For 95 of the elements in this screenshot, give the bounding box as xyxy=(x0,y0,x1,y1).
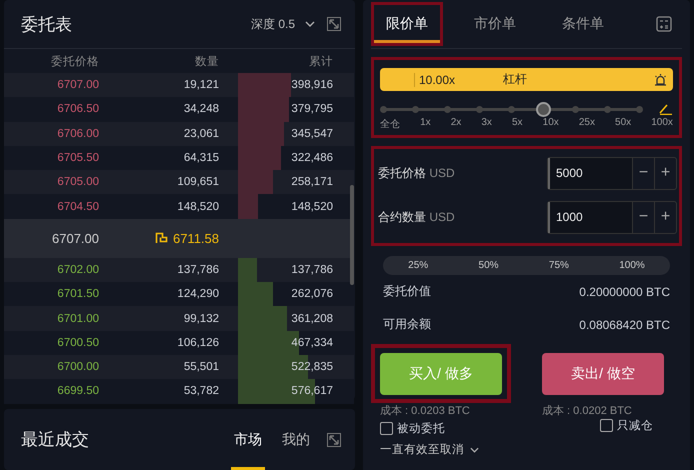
cumulative-amount: 137,786 xyxy=(290,264,333,276)
checkbox-label: 只减仓 xyxy=(617,418,653,433)
cumulative-amount: 467,334 xyxy=(290,336,333,349)
time-in-force-dropdown[interactable]: 一直有效至取消 xyxy=(380,442,479,457)
bid-price: 6702.00 xyxy=(56,264,99,276)
field-label: 委托价格 USD xyxy=(378,164,455,182)
bid-price: 6700.00 xyxy=(56,361,99,374)
info-label: 委托价值 xyxy=(383,283,431,300)
checkbox[interactable] xyxy=(380,422,393,435)
percent-option[interactable]: 50% xyxy=(478,260,499,271)
cost-text: 成本 : 0.0203 BTC xyxy=(380,404,471,418)
input-field[interactable]: 5000 xyxy=(548,158,632,188)
depth-dropdown[interactable]: 深度 0.5 xyxy=(250,16,315,32)
cumulative-amount: 522,835 xyxy=(290,361,333,374)
percent-option[interactable]: 75% xyxy=(548,260,569,271)
cumulative-amount: 148,520 xyxy=(290,200,333,213)
order-amount: 34,248 xyxy=(182,103,219,116)
chevron-down-icon xyxy=(305,21,315,27)
cost-text: 成本 : 0.0202 BTC xyxy=(542,404,633,418)
tab[interactable]: 我的 xyxy=(279,409,313,470)
order-type-tab[interactable]: 条件单 xyxy=(547,2,619,46)
minus-button[interactable]: − xyxy=(632,202,654,232)
info-value: 0.20000000 BTC xyxy=(579,284,670,298)
column-header: 委托价格 xyxy=(50,54,99,68)
percent-option[interactable]: 100% xyxy=(619,260,645,271)
sell-button[interactable]: 卖出/ 做空 xyxy=(542,353,664,395)
pencil-icon[interactable] xyxy=(659,103,673,115)
info-value: 0.08068420 BTC xyxy=(579,318,670,332)
leverage-mark: 25x xyxy=(578,117,595,130)
tab[interactable]: 市场 xyxy=(231,409,265,470)
leverage-mark: 3x xyxy=(481,117,492,130)
leverage-mark: 1x xyxy=(420,117,431,130)
ask-price: 6705.50 xyxy=(56,152,99,164)
input-field[interactable]: 1000 xyxy=(548,202,632,232)
order-amount: 53,782 xyxy=(182,385,219,398)
leverage-mark: 2x xyxy=(450,117,462,130)
expand-icon[interactable] xyxy=(327,17,341,31)
order-amount: 19,121 xyxy=(182,79,219,92)
leverage-mark: 100x xyxy=(651,117,673,130)
leverage-bar[interactable]: 10.00x 杠杆 xyxy=(380,68,673,91)
flag-icon xyxy=(154,232,168,244)
cumulative-amount: 576,617 xyxy=(290,385,333,398)
checkbox-label: 被动委托 xyxy=(397,421,445,436)
chevron-down-icon xyxy=(470,446,479,452)
ask-price: 6707.00 xyxy=(56,79,99,92)
ask-price: 6704.50 xyxy=(56,200,99,213)
minus-button[interactable]: − xyxy=(632,158,654,188)
order-amount: 109,651 xyxy=(176,176,219,188)
alarm-icon[interactable] xyxy=(654,73,667,86)
plus-button[interactable]: + xyxy=(654,158,676,188)
cumulative-amount: 322,486 xyxy=(290,152,333,164)
cumulative-amount: 398,916 xyxy=(290,79,333,92)
order-amount: 99,132 xyxy=(182,312,219,325)
bid-price: 6701.00 xyxy=(56,312,99,325)
panel-title: 最近成交 xyxy=(21,429,89,451)
calculator-icon[interactable] xyxy=(656,16,672,32)
leverage-mark: 5x xyxy=(512,117,523,130)
slider-thumb[interactable] xyxy=(536,102,551,117)
order-amount: 23,061 xyxy=(182,128,219,140)
leverage-label: 杠杆 xyxy=(503,71,527,88)
column-header: 数量 xyxy=(194,54,219,68)
info-label: 可用余额 xyxy=(383,316,431,333)
order-amount: 124,290 xyxy=(176,288,219,300)
ask-price: 6706.50 xyxy=(56,103,99,116)
order-amount: 148,520 xyxy=(176,200,219,213)
order-amount: 64,315 xyxy=(182,152,219,164)
leverage-mark: 全仓 xyxy=(380,118,400,131)
last-price: 6707.00 xyxy=(51,230,99,246)
panel-title: 委托表 xyxy=(21,14,72,36)
mark-price: 6711.58 xyxy=(172,230,219,246)
bid-price: 6701.50 xyxy=(56,288,99,300)
order-type-tab[interactable]: 市价单 xyxy=(459,2,531,46)
cumulative-amount: 258,171 xyxy=(290,176,333,188)
leverage-mark: 10x xyxy=(542,117,559,130)
field-label: 合约数量 USD xyxy=(378,208,455,226)
order-amount: 137,786 xyxy=(176,264,219,276)
plus-button[interactable]: + xyxy=(654,202,676,232)
order-type-tab[interactable]: 限价单 xyxy=(371,2,443,46)
checkbox[interactable] xyxy=(600,419,613,432)
bid-price: 6700.50 xyxy=(56,336,99,349)
cumulative-amount: 262,076 xyxy=(290,288,333,300)
leverage-mark: 50x xyxy=(615,117,632,130)
order-amount: 55,501 xyxy=(182,361,219,374)
order-amount: 106,126 xyxy=(176,336,219,349)
ask-price: 6706.00 xyxy=(56,128,99,140)
percent-option[interactable]: 25% xyxy=(408,260,428,271)
cumulative-amount: 345,547 xyxy=(290,128,333,140)
cumulative-amount: 361,208 xyxy=(290,312,333,325)
cumulative-amount: 379,795 xyxy=(290,103,333,116)
leverage-value: 10.00x xyxy=(414,72,503,86)
ask-price: 6705.00 xyxy=(56,176,99,188)
expand-icon[interactable] xyxy=(327,432,341,446)
column-header: 累计 xyxy=(308,54,333,68)
bid-price: 6699.50 xyxy=(56,385,99,398)
scrollbar[interactable] xyxy=(350,185,354,285)
